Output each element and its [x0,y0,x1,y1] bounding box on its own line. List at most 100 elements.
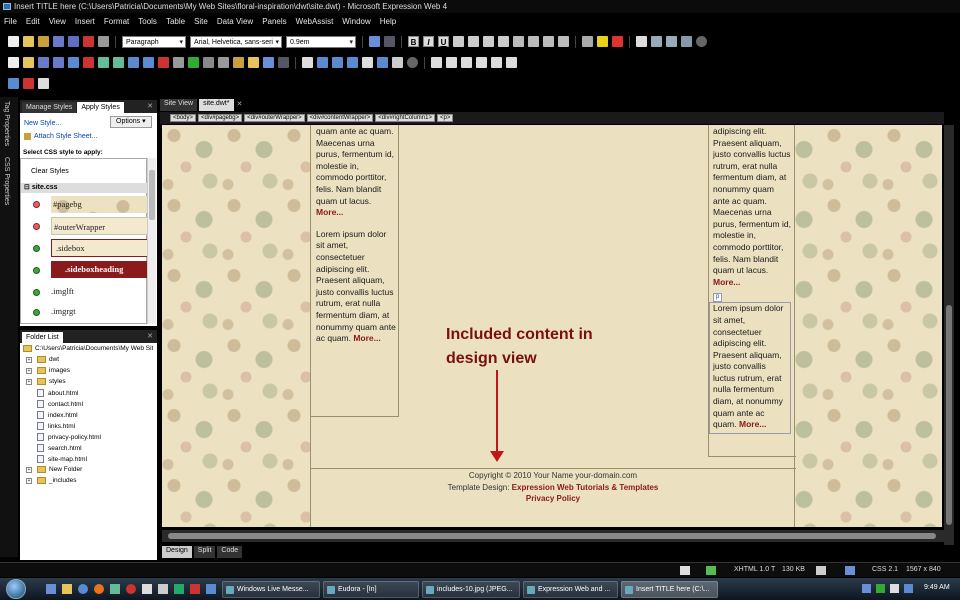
tag-contentwrapper[interactable]: <div#contentWrapper> [306,114,374,122]
tag-rightcolumn1[interactable]: <div#rightColumn1> [375,114,435,122]
open-folder-icon[interactable] [23,36,34,47]
style-sidebox[interactable]: .sidebox [51,239,149,257]
taskbar-insert-title[interactable]: Insert TITLE here (C:\... [621,581,718,598]
font-color-icon[interactable] [612,36,623,47]
style-app-icon[interactable] [706,566,716,575]
menu-panels[interactable]: Panels [262,17,286,26]
file-item[interactable]: search.html [37,444,82,452]
firefox-icon[interactable] [94,584,104,594]
style-pagebg[interactable]: #pagebg [51,196,149,213]
size-select[interactable]: 0.9em [286,35,356,49]
table-icon[interactable] [332,57,343,68]
css-properties-tab[interactable]: CSS Properties [3,157,10,205]
style-sideboxheading[interactable]: .sideboxheading [51,261,149,278]
start-button[interactable] [6,579,26,599]
folder-item[interactable]: + images [26,367,70,374]
frame-icon[interactable] [347,57,358,68]
privacy-policy-link[interactable]: Privacy Policy [312,493,794,505]
redo-icon[interactable] [278,57,289,68]
visual-aids-icon[interactable] [680,566,690,575]
quick-launch-icon[interactable] [190,584,200,594]
quick-launch-icon[interactable] [46,584,56,594]
file-item[interactable]: contact.html [37,400,83,408]
font-select[interactable]: Arial, Helvetica, sans-seri [190,35,282,49]
selected-paragraph[interactable]: Lorem ipsum dolor sit amet, consectetuer… [709,302,791,434]
menu-site[interactable]: Site [194,17,208,26]
copy-icon[interactable] [218,57,229,68]
align-right-icon[interactable] [483,36,494,47]
layout-icon[interactable] [302,57,313,68]
thumbnail-icon[interactable] [666,36,677,47]
undo-icon[interactable] [263,57,274,68]
tag-body[interactable]: <body> [170,114,197,122]
attach-style-sheet-link[interactable]: Attach Style Sheet... [24,133,97,140]
app-icon[interactable] [110,584,120,594]
menu-format[interactable]: Format [104,17,129,26]
page-icon[interactable] [362,57,373,68]
undo-icon[interactable] [369,36,380,47]
ie-icon[interactable] [78,584,88,594]
quick-launch-icon[interactable] [158,584,168,594]
style-list-scrollbar[interactable] [147,158,156,324]
file-item[interactable]: index.html [37,411,78,419]
menu-file[interactable]: File [4,17,17,26]
web-icon[interactable] [128,57,139,68]
folder-item[interactable]: + dwt [26,356,59,363]
bullet-list-icon[interactable] [528,36,539,47]
new-page-icon[interactable] [8,36,19,47]
style-outerwrapper[interactable]: #outerWrapper [51,217,149,235]
taskbar-expression-web[interactable]: Expression Web and ... [523,581,618,598]
file-item[interactable]: links.html [37,422,75,430]
network-icon[interactable] [904,584,913,593]
open-icon[interactable] [23,57,34,68]
page-size-icon[interactable] [816,566,826,575]
tray-icon[interactable] [876,584,885,593]
file-item[interactable]: privacy-policy.html [37,433,101,441]
window-icon[interactable] [38,78,49,89]
more-link[interactable]: More... [739,419,766,429]
window-icon[interactable] [377,57,388,68]
globe-icon[interactable] [143,57,154,68]
panel-close-icon[interactable]: ✕ [147,101,157,113]
clock[interactable]: 9:49 AM [924,584,950,591]
folder-item[interactable]: + New Folder [26,466,82,473]
file-item[interactable]: site-map.html [37,455,87,463]
css-file-header[interactable]: ⊟ site.css [21,183,147,193]
outdent-icon[interactable] [543,36,554,47]
quick-launch-icon[interactable] [174,584,184,594]
format-painter-icon[interactable] [248,57,259,68]
tab-close-icon[interactable]: ✕ [234,99,246,111]
tab-manage-styles[interactable]: Manage Styles [22,102,77,113]
tab-apply-styles[interactable]: Apply Styles [77,102,124,113]
doc-scrollbar[interactable] [944,125,954,545]
tag-pagebg[interactable]: <div#pagebg> [198,114,243,122]
style-imgrgt[interactable]: .imgrgt [51,303,76,320]
taskbar-messenger[interactable]: Windows Live Messe... [222,581,320,598]
publish-icon[interactable] [68,57,79,68]
redo-icon[interactable] [384,36,395,47]
align-center-icon[interactable] [468,36,479,47]
image-icon[interactable] [98,36,109,47]
folder-item[interactable]: + _includes [26,477,76,484]
compat-icon[interactable] [845,566,855,575]
highlight-icon[interactable] [597,36,608,47]
resample-icon[interactable] [681,36,692,47]
menu-data-view[interactable]: Data View [217,17,253,26]
save-all-icon[interactable] [53,57,64,68]
menu-table[interactable]: Table [166,17,185,26]
tab-design[interactable]: Design [162,546,192,558]
menu-help[interactable]: Help [380,17,396,26]
more-link[interactable]: More... [353,333,380,343]
justify-icon[interactable] [498,36,509,47]
menu-insert[interactable]: Insert [75,17,95,26]
style-select[interactable]: Paragraph [122,35,186,49]
hash-icon[interactable] [476,57,487,68]
bold-button[interactable]: B [408,36,419,47]
file-item[interactable]: about.html [37,389,78,397]
save-icon[interactable] [53,36,64,47]
more-link[interactable]: More... [316,207,343,217]
quick-launch-icon[interactable] [206,584,216,594]
indent-icon[interactable] [558,36,569,47]
numbered-list-icon[interactable] [513,36,524,47]
save-icon[interactable] [38,57,49,68]
